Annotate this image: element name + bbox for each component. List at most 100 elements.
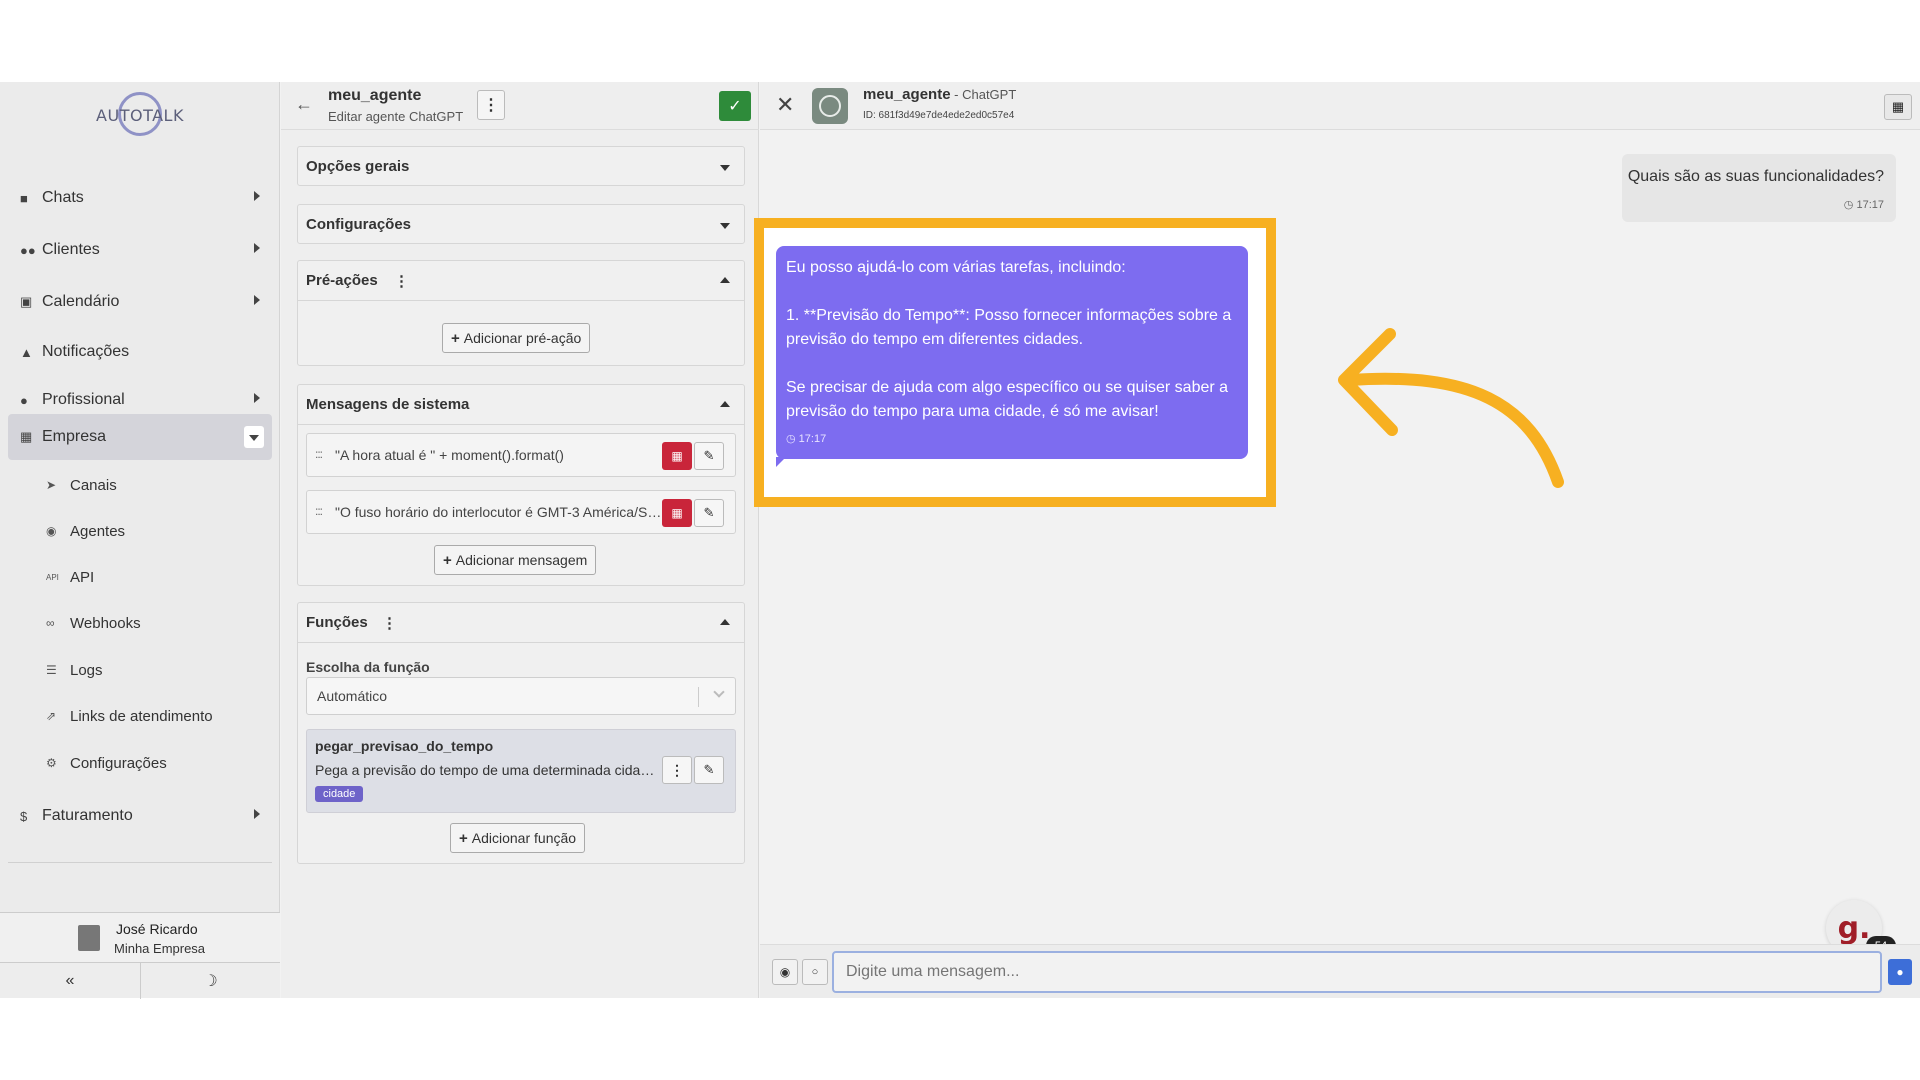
clock-icon: ◷	[786, 433, 796, 445]
message-input[interactable]	[832, 951, 1882, 993]
function-param-tag: cidade	[315, 786, 364, 802]
moon-icon: ☽	[203, 973, 218, 990]
save-button[interactable]: ✓	[719, 91, 751, 121]
pencil-icon: ✎	[703, 448, 715, 463]
kebab-icon: ⋮	[483, 97, 499, 114]
add-message-button[interactable]: + Adicionar mensagem	[434, 545, 597, 575]
section-general-options[interactable]: Opções gerais	[297, 146, 745, 186]
add-function-button[interactable]: + Adicionar função	[450, 823, 586, 853]
sidebar-item-label: Notificações	[42, 343, 130, 360]
function-choice-select[interactable]: Automático	[306, 677, 736, 715]
section-header[interactable]: Opções gerais	[298, 147, 744, 187]
sidebar-subitem-logs[interactable]: ☰ Logs	[46, 655, 103, 685]
check-icon: ✓	[728, 98, 742, 115]
back-arrow-icon[interactable]: ←	[295, 94, 313, 115]
section-header[interactable]: Configurações	[298, 205, 744, 245]
function-choice-label: Escolha da função	[306, 659, 430, 675]
microphone-button[interactable]: ●	[1888, 959, 1912, 985]
agent-title: meu_agente	[328, 87, 422, 104]
sidebar-item-chats[interactable]: ■ Chats	[8, 176, 272, 220]
collapse-sidebar-button[interactable]: «	[0, 963, 140, 999]
edit-message-button[interactable]: ✎	[694, 442, 724, 470]
robot-icon: ◉	[46, 524, 57, 538]
kebab-icon: ⋮	[670, 761, 684, 778]
sidebar-item-calendario[interactable]: ▣ Calendário	[8, 280, 272, 324]
add-preaction-button[interactable]: + Adicionar pré-ação	[442, 323, 591, 353]
bubble-tail	[776, 457, 786, 467]
chatgpt-logo-icon	[812, 88, 848, 124]
add-function-label: Adicionar função	[471, 830, 577, 846]
delete-message-button[interactable]: ▦	[662, 442, 692, 470]
edit-message-button[interactable]: ✎	[694, 499, 724, 527]
section-header[interactable]: Pré-ações ⋮	[298, 261, 744, 301]
close-icon[interactable]: ✕	[776, 92, 794, 118]
openai-flower-icon	[819, 95, 841, 117]
section-title: Opções gerais	[306, 158, 410, 175]
sidebar-subitem-label: Configurações	[70, 754, 167, 772]
rocket-icon: ➤	[46, 478, 57, 492]
sidebar-item-faturamento[interactable]: $ Faturamento	[8, 794, 272, 838]
section-configurations[interactable]: Configurações	[297, 204, 745, 244]
chevron-up-icon	[720, 277, 730, 283]
system-message-text: "O fuso horário do interlocutor é GMT-3 …	[335, 504, 665, 520]
trash-icon: ▦	[671, 449, 683, 463]
sidebar-subitem-agentes[interactable]: ◉ Agentes	[46, 516, 125, 546]
agent-subtitle: Editar agente ChatGPT	[328, 109, 464, 124]
chevron-down-icon[interactable]	[244, 426, 264, 448]
chat-id: ID: 681f3d49e7de4ede2ed0c57e4	[863, 110, 1015, 121]
plus-icon: +	[459, 829, 468, 847]
pencil-icon: ✎	[703, 762, 715, 777]
sidebar-item-empresa[interactable]: ▦ Empresa	[8, 414, 272, 460]
section-header[interactable]: Funções ⋮	[298, 603, 744, 643]
chat-panel: ✕ meu_agente - ChatGPT ID: 681f3d49e7de4…	[754, 82, 1920, 998]
plus-icon: +	[443, 551, 452, 569]
user-profile[interactable]: José Ricardo Minha Empresa	[0, 912, 280, 962]
agent-editor-header: ← meu_agente Editar agente ChatGPT ⋮ ✓	[281, 82, 759, 130]
dark-mode-toggle[interactable]: ☽	[140, 963, 280, 999]
sidebar-item-clientes[interactable]: ●● Clientes	[8, 228, 272, 272]
api-icon: API	[46, 572, 59, 582]
clock-icon: ◷	[1843, 199, 1854, 211]
app-window: AUTOTALK ■ Chats ●● Clientes ▣ Calendári…	[0, 82, 1920, 999]
bot-message-paragraph: 1. **Previsão do Tempo**: Posso fornecer…	[786, 307, 1232, 348]
sidebar-item-notificacoes[interactable]: ▲ Notificações	[8, 330, 272, 374]
agent-options-button[interactable]: ⋮	[477, 90, 505, 120]
sidebar-subitem-configuracoes[interactable]: ⚙ Configurações	[46, 748, 167, 778]
sidebar-subitem-api[interactable]: API API	[46, 562, 94, 592]
sidebar-subitem-links[interactable]: ⇗ Links de atendimento	[46, 701, 213, 731]
building-icon: ▦	[20, 429, 33, 444]
drag-handle-icon[interactable]: :::	[315, 504, 323, 518]
section-functions: Funções ⋮ Escolha da função Automático p…	[297, 602, 745, 864]
chevron-right-icon	[254, 393, 260, 403]
function-options-button[interactable]: ⋮	[662, 756, 692, 784]
function-card[interactable]: pegar_previsao_do_tempo Pega a previsão …	[306, 729, 736, 813]
pencil-icon: ✎	[703, 505, 715, 520]
camera-button[interactable]: ◉	[772, 959, 798, 985]
bot-message-bubble: Eu posso ajudá-lo com várias tarefas, in…	[776, 246, 1248, 467]
system-message-item[interactable]: ::: "A hora atual é " + moment().format(…	[306, 433, 736, 477]
sidebar-subitem-canais[interactable]: ➤ Canais	[46, 470, 117, 500]
avatar	[78, 925, 100, 951]
delete-chat-button[interactable]: ▦	[1884, 94, 1912, 120]
sidebar-subitem-label: Links de atendimento	[70, 707, 213, 725]
user-tie-icon: ●	[20, 392, 28, 408]
drag-handle-icon[interactable]: :::	[315, 447, 323, 461]
bot-message-paragraph: Eu posso ajudá-lo com várias tarefas, in…	[786, 259, 1126, 276]
autotalk-logo[interactable]: AUTOTALK	[96, 88, 184, 142]
chevron-up-icon	[720, 401, 730, 407]
section-title: Funções	[306, 614, 368, 631]
attach-button[interactable]: ○	[802, 959, 828, 985]
edit-function-button[interactable]: ✎	[694, 756, 724, 784]
delete-message-button[interactable]: ▦	[662, 499, 692, 527]
kebab-icon[interactable]: ⋮	[382, 614, 397, 632]
section-header[interactable]: Mensagens de sistema	[298, 385, 744, 425]
user-company: Minha Empresa	[114, 941, 206, 956]
bot-message-paragraph: Se precisar de ajuda com algo específico…	[786, 379, 1229, 420]
sidebar-subitem-webhooks[interactable]: ∞ Webhooks	[46, 608, 141, 638]
kebab-icon[interactable]: ⋮	[394, 272, 409, 290]
system-message-item[interactable]: ::: "O fuso horário do interlocutor é GM…	[306, 490, 736, 534]
select-value: Automático	[317, 688, 388, 704]
chevron-right-icon	[254, 243, 260, 253]
function-description: Pega a previsão do tempo de uma determin…	[315, 762, 655, 778]
microphone-icon: ●	[1896, 965, 1904, 979]
